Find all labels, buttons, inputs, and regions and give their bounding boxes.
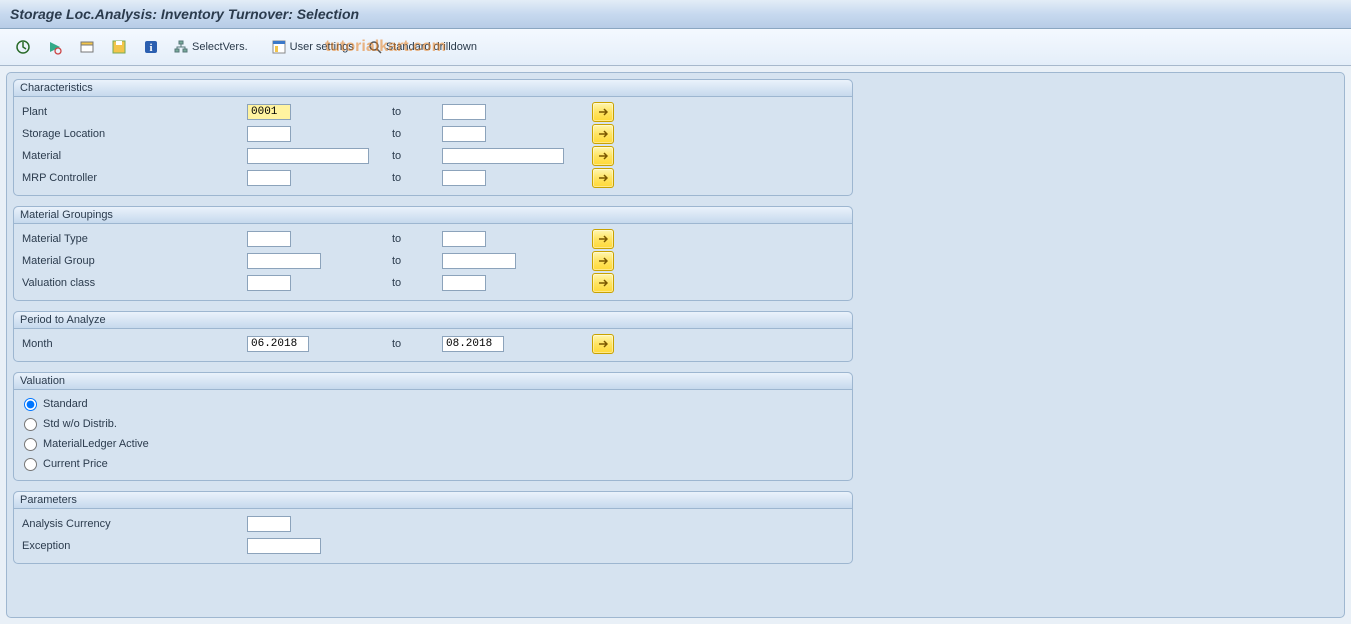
label-mrp-to: to — [392, 172, 442, 184]
radio-std-wo-distrib[interactable] — [24, 418, 37, 431]
input-material-from[interactable] — [247, 148, 369, 164]
label-material: Material — [20, 150, 247, 162]
label-month-to: to — [392, 338, 442, 350]
label-material-type: Material Type — [20, 233, 247, 245]
row-sloc: Storage Location to — [20, 123, 846, 145]
execute-print-icon[interactable] — [40, 36, 70, 58]
drilldown-icon — [368, 40, 382, 54]
input-plant-to[interactable] — [442, 104, 486, 120]
standard-drilldown-label: Standard drilldown — [386, 41, 477, 53]
input-month-from[interactable] — [247, 336, 309, 352]
multi-select-sloc[interactable] — [592, 124, 614, 144]
group-material-groupings-title: Material Groupings — [14, 207, 852, 224]
multi-select-material[interactable] — [592, 146, 614, 166]
hierarchy-icon — [174, 40, 188, 54]
radio-ml-active-label[interactable]: MaterialLedger Active — [43, 438, 149, 450]
variant-save-icon[interactable] — [104, 36, 134, 58]
group-period: Period to Analyze Month to — [13, 311, 853, 362]
body-area: Characteristics Plant to Storage Locatio… — [0, 66, 1351, 624]
label-material-group-to: to — [392, 255, 442, 267]
input-mrp-to[interactable] — [442, 170, 486, 186]
label-material-group: Material Group — [20, 255, 247, 267]
label-sloc-to: to — [392, 128, 442, 140]
input-sloc-from[interactable] — [247, 126, 291, 142]
group-valuation: Valuation Standard Std w/o Distrib. Mate… — [13, 372, 853, 481]
group-characteristics-title: Characteristics — [14, 80, 852, 97]
group-material-groupings: Material Groupings Material Type to Mate… — [13, 206, 853, 301]
input-valuation-class-from[interactable] — [247, 275, 291, 291]
radio-current-price[interactable] — [24, 458, 37, 471]
toolbar: i SelectVers. User settings Standard dri… — [0, 29, 1351, 66]
multi-select-material-group[interactable] — [592, 251, 614, 271]
input-material-to[interactable] — [442, 148, 564, 164]
group-valuation-title: Valuation — [14, 373, 852, 390]
group-parameters: Parameters Analysis Currency Exception — [13, 491, 853, 564]
label-plant: Plant — [20, 106, 247, 118]
radio-standard-label[interactable]: Standard — [43, 398, 88, 410]
input-material-type-from[interactable] — [247, 231, 291, 247]
input-mrp-from[interactable] — [247, 170, 291, 186]
radio-ml-active[interactable] — [24, 438, 37, 451]
select-version-label: SelectVers. — [192, 41, 248, 53]
radio-standard[interactable] — [24, 398, 37, 411]
main-window: Storage Loc.Analysis: Inventory Turnover… — [0, 0, 1351, 622]
label-valuation-class-to: to — [392, 277, 442, 289]
info-icon[interactable]: i — [136, 36, 166, 58]
selection-screen: Characteristics Plant to Storage Locatio… — [6, 72, 1345, 618]
input-month-to[interactable] — [442, 336, 504, 352]
group-characteristics: Characteristics Plant to Storage Locatio… — [13, 79, 853, 196]
label-plant-to: to — [392, 106, 442, 118]
group-period-title: Period to Analyze — [14, 312, 852, 329]
group-parameters-title: Parameters — [14, 492, 852, 509]
input-material-type-to[interactable] — [442, 231, 486, 247]
input-material-group-to[interactable] — [442, 253, 516, 269]
user-settings-label: User settings — [290, 41, 354, 53]
row-mrp: MRP Controller to — [20, 167, 846, 189]
row-exception: Exception — [20, 535, 846, 557]
row-plant: Plant to — [20, 101, 846, 123]
input-exception[interactable] — [247, 538, 321, 554]
radio-current-price-label[interactable]: Current Price — [43, 458, 108, 470]
row-material-type: Material Type to — [20, 228, 846, 250]
input-material-group-from[interactable] — [247, 253, 321, 269]
multi-select-material-type[interactable] — [592, 229, 614, 249]
execute-icon[interactable] — [8, 36, 38, 58]
row-valuation-class: Valuation class to — [20, 272, 846, 294]
page-title: Storage Loc.Analysis: Inventory Turnover… — [10, 6, 359, 22]
svg-text:i: i — [149, 42, 152, 54]
input-analysis-currency[interactable] — [247, 516, 291, 532]
input-plant-from[interactable] — [247, 104, 291, 120]
label-valuation-class: Valuation class — [20, 277, 247, 289]
label-material-to: to — [392, 150, 442, 162]
label-month: Month — [20, 338, 247, 350]
label-analysis-currency: Analysis Currency — [20, 518, 247, 530]
row-material-group: Material Group to — [20, 250, 846, 272]
multi-select-mrp[interactable] — [592, 168, 614, 188]
multi-select-month[interactable] — [592, 334, 614, 354]
multi-select-valuation-class[interactable] — [592, 273, 614, 293]
row-analysis-currency: Analysis Currency — [20, 513, 846, 535]
input-valuation-class-to[interactable] — [442, 275, 486, 291]
radio-std-wo-distrib-label[interactable]: Std w/o Distrib. — [43, 418, 117, 430]
input-sloc-to[interactable] — [442, 126, 486, 142]
row-month: Month to — [20, 333, 846, 355]
variant-get-icon[interactable] — [72, 36, 102, 58]
select-version-button[interactable]: SelectVers. — [168, 36, 254, 58]
multi-select-plant[interactable] — [592, 102, 614, 122]
label-sloc: Storage Location — [20, 128, 247, 140]
row-material: Material to — [20, 145, 846, 167]
label-material-type-to: to — [392, 233, 442, 245]
user-settings-button[interactable]: User settings — [266, 36, 360, 58]
standard-drilldown-button[interactable]: Standard drilldown — [362, 36, 483, 58]
user-settings-icon — [272, 40, 286, 54]
label-exception: Exception — [20, 540, 247, 552]
label-mrp: MRP Controller — [20, 172, 247, 184]
title-bar: Storage Loc.Analysis: Inventory Turnover… — [0, 0, 1351, 29]
